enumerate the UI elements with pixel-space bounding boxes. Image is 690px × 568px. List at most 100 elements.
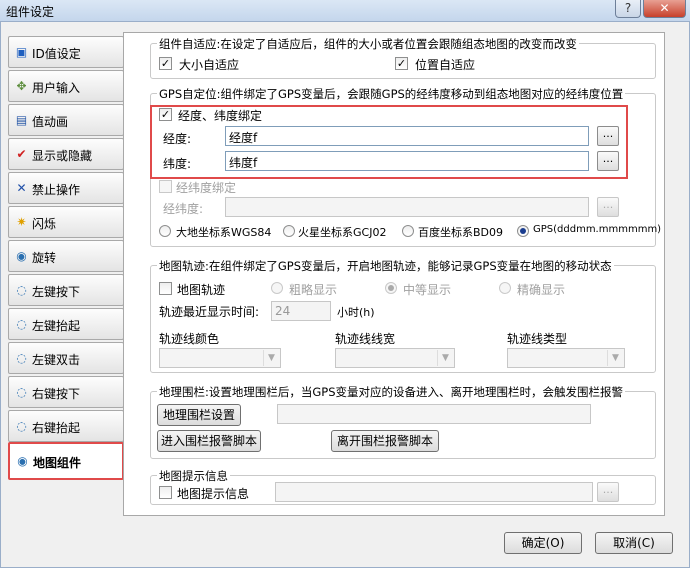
sidebar-item-flash[interactable]: ✷ 闪烁 <box>8 206 124 238</box>
track-color-select[interactable]: ▼ <box>159 348 281 368</box>
window-title: 组件设定 <box>6 5 55 19</box>
user-input-icon: ✥ <box>16 79 27 93</box>
track-enable-label: 地图轨迹 <box>177 283 226 297</box>
sidebar-item-user-input[interactable]: ✥ 用户输入 <box>8 70 124 102</box>
combined-bind-checkbox[interactable] <box>159 180 172 193</box>
combined-field-label: 经纬度: <box>163 202 204 216</box>
sidebar-item-id[interactable]: ▣ ID值设定 <box>8 36 124 68</box>
highlight-box <box>150 105 628 179</box>
component-settings-dialog: ▣ ID值设定 ✥ 用户输入 ▤ 值动画 ✔ 显示或隐藏 ✕ 禁止操作 ✷ 闪烁… <box>0 22 690 568</box>
size-adaptive-label: 大小自适应 <box>179 58 240 72</box>
sidebar-item-label: 显示或隐藏 <box>32 149 93 163</box>
track-width-label: 轨迹线线宽 <box>335 332 396 346</box>
gps-group-title: GPS自定位:组件绑定了GPS变量后，会跟随GPS的经纬度移动到组态地图对应的经… <box>157 86 626 102</box>
hint-group: 地图提示信息 地图提示信息 ... <box>150 468 656 505</box>
track-type-select[interactable]: ▼ <box>507 348 625 368</box>
help-button[interactable]: ? <box>615 0 641 18</box>
forbid-icon: ✕ <box>16 181 27 195</box>
coord-gcj02-radio[interactable] <box>283 225 295 237</box>
ok-button[interactable]: 确定(O) <box>504 532 582 554</box>
sidebar-item-left-press[interactable]: ◌ 左键按下 <box>8 274 124 306</box>
value-animation-icon: ▤ <box>15 113 28 127</box>
combined-browse-button[interactable]: ... <box>597 197 619 217</box>
right-release-icon: ◌ <box>16 419 27 433</box>
position-adaptive-label: 位置自适应 <box>415 58 476 72</box>
track-recent-unit: 小时(h) <box>337 306 375 319</box>
coord-wgs84-label: 大地坐标系WGS84 <box>176 226 272 239</box>
track-type-label: 轨迹线类型 <box>507 332 568 346</box>
combined-bind-label: 经纬度绑定 <box>176 181 237 195</box>
combined-input[interactable] <box>225 197 589 217</box>
coord-bd09-radio[interactable] <box>402 225 414 237</box>
chevron-down-icon: ▼ <box>263 350 279 366</box>
sidebar-item-label: 左键按下 <box>32 285 81 299</box>
chevron-down-icon: ▼ <box>607 350 623 366</box>
sidebar-item-label: 用户输入 <box>32 81 81 95</box>
hint-checkbox[interactable] <box>159 486 172 499</box>
sidebar-item-label: 左键抬起 <box>32 319 81 333</box>
precision-rough-label: 粗略显示 <box>289 283 338 297</box>
track-enable-checkbox[interactable] <box>159 282 172 295</box>
sidebar-item-label: 值动画 <box>32 115 69 129</box>
coord-wgs84-radio[interactable] <box>159 225 171 237</box>
close-button[interactable]: ✕ <box>643 0 686 18</box>
fence-settings-button[interactable]: 地理围栏设置 <box>157 404 241 426</box>
sidebar-item-show-hide[interactable]: ✔ 显示或隐藏 <box>8 138 124 170</box>
sidebar-item-forbid[interactable]: ✕ 禁止操作 <box>8 172 124 204</box>
flash-icon: ✷ <box>16 215 27 229</box>
rotate-icon: ◉ <box>16 249 27 263</box>
adaptive-group: 组件自适应:在设定了自适应后，组件的大小或者位置会跟随组态地图的改变而改变 ✓ … <box>150 36 656 79</box>
sidebar-item-map-component[interactable]: ◉ 地图组件 <box>8 442 124 480</box>
cancel-button[interactable]: 取消(C) <box>595 532 673 554</box>
coord-gcj02-label: 火星坐标系GCJ02 <box>298 226 387 239</box>
hint-browse-button[interactable]: ... <box>597 482 619 502</box>
coord-gps-radio[interactable] <box>517 225 529 237</box>
settings-panel: 组件自适应:在设定了自适应后，组件的大小或者位置会跟随组态地图的改变而改变 ✓ … <box>123 32 665 516</box>
sidebar-item-label: 左键双击 <box>32 353 81 367</box>
id-icon: ▣ <box>15 45 28 59</box>
hint-group-title: 地图提示信息 <box>157 468 230 484</box>
sidebar-item-label: 右键按下 <box>32 387 81 401</box>
coord-gps-label: GPS(dddmm.mmmmmm) <box>533 224 662 235</box>
coord-bd09-label: 百度坐标系BD09 <box>418 226 504 239</box>
visibility-check-icon: ✔ <box>16 147 27 161</box>
sidebar-item-right-press[interactable]: ◌ 右键按下 <box>8 376 124 408</box>
fence-group: 地理围栏:设置地理围栏后，当GPS变量对应的设备进入、离开地理围栏时，会触发围栏… <box>150 384 656 459</box>
size-adaptive-checkbox[interactable]: ✓ <box>159 57 172 70</box>
left-release-icon: ◌ <box>16 317 27 331</box>
precision-rough-radio[interactable] <box>271 282 283 294</box>
track-group-title: 地图轨迹:在组件绑定了GPS变量后，开启地图轨迹，能够记录GPS变量在地图的移动… <box>157 258 614 274</box>
fence-group-title: 地理围栏:设置地理围栏后，当GPS变量对应的设备进入、离开地理围栏时，会触发围栏… <box>157 384 626 400</box>
map-component-icon: ◉ <box>17 454 28 468</box>
sidebar-item-label: ID值设定 <box>32 47 81 61</box>
fence-enter-script-button[interactable]: 进入围栏报警脚本 <box>157 430 261 452</box>
fence-settings-input <box>277 404 591 424</box>
fence-leave-script-button[interactable]: 离开围栏报警脚本 <box>331 430 439 452</box>
sidebar-item-label: 闪烁 <box>32 217 57 231</box>
sidebar-item-value-animation[interactable]: ▤ 值动画 <box>8 104 124 136</box>
sidebar-item-rotate[interactable]: ◉ 旋转 <box>8 240 124 272</box>
precision-medium-radio[interactable] <box>385 282 397 294</box>
sidebar-item-label: 地图组件 <box>33 456 82 470</box>
position-adaptive-checkbox[interactable]: ✓ <box>395 57 408 70</box>
title-bar: 组件设定 ? ✕ <box>0 0 690 22</box>
hint-label: 地图提示信息 <box>177 487 250 501</box>
sidebar-item-left-release[interactable]: ◌ 左键抬起 <box>8 308 124 340</box>
track-recent-input[interactable]: 24 <box>271 301 331 321</box>
track-recent-label: 轨迹最近显示时间: <box>159 305 260 319</box>
sidebar-item-label: 旋转 <box>32 251 57 265</box>
precision-fine-label: 精确显示 <box>517 283 566 297</box>
sidebar-item-label: 禁止操作 <box>32 183 81 197</box>
right-press-icon: ◌ <box>16 385 27 399</box>
track-color-label: 轨迹线颜色 <box>159 332 220 346</box>
sidebar-item-label: 右键抬起 <box>32 421 81 435</box>
hint-input[interactable] <box>275 482 593 502</box>
track-width-select[interactable]: ▼ <box>335 348 455 368</box>
sidebar-item-right-release[interactable]: ◌ 右键抬起 <box>8 410 124 442</box>
left-doubleclick-icon: ◌ <box>16 351 27 365</box>
precision-fine-radio[interactable] <box>499 282 511 294</box>
left-press-icon: ◌ <box>16 283 27 297</box>
adaptive-group-title: 组件自适应:在设定了自适应后，组件的大小或者位置会跟随组态地图的改变而改变 <box>157 36 579 52</box>
precision-medium-label: 中等显示 <box>403 283 452 297</box>
sidebar-item-left-doubleclick[interactable]: ◌ 左键双击 <box>8 342 124 374</box>
